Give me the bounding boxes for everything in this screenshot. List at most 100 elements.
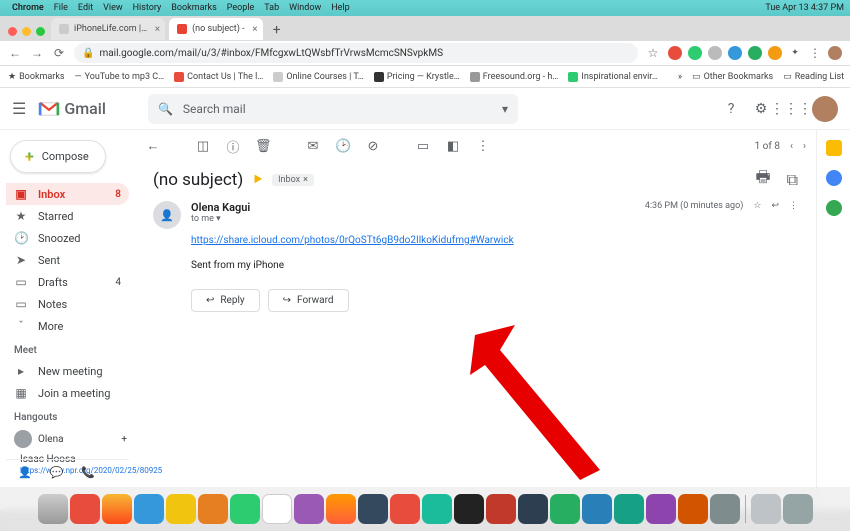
- window-controls[interactable]: [6, 27, 51, 40]
- clock[interactable]: Tue Apr 13 4:37 PM: [765, 3, 844, 13]
- maximize-window-icon[interactable]: [36, 27, 45, 36]
- extension-icon[interactable]: [768, 46, 782, 60]
- important-icon[interactable]: ⯈: [251, 170, 264, 190]
- dock-app[interactable]: [614, 494, 644, 524]
- support-button[interactable]: ?: [722, 100, 740, 118]
- bookmark-item[interactable]: Pricing — Krystle…: [374, 72, 460, 82]
- dock-app[interactable]: [166, 494, 196, 524]
- extension-icon[interactable]: [668, 46, 682, 60]
- mark-unread-button[interactable]: ✉: [305, 139, 321, 154]
- next-message-button[interactable]: ›: [803, 141, 806, 152]
- dock-app[interactable]: [550, 494, 580, 524]
- bookmark-item[interactable]: ★ Bookmarks: [8, 72, 65, 82]
- menu-help[interactable]: Help: [331, 3, 349, 13]
- calendar-icon[interactable]: [826, 140, 842, 156]
- extension-icon[interactable]: [708, 46, 722, 60]
- sidebar-item-sent[interactable]: ➤Sent: [6, 249, 129, 271]
- other-bookmarks[interactable]: ▭ Other Bookmarks: [692, 72, 773, 82]
- star-message-button[interactable]: ☆: [753, 201, 761, 211]
- add-to-tasks-button[interactable]: ⊘: [365, 139, 381, 154]
- dock-app[interactable]: [646, 494, 676, 524]
- settings-button[interactable]: ⚙: [752, 100, 770, 118]
- back-to-inbox-button[interactable]: ←: [145, 138, 161, 154]
- bookmark-item[interactable]: — YouTube to mp3 C…: [75, 72, 165, 82]
- browser-menu-button[interactable]: ⋮: [808, 46, 822, 60]
- sidebar-item-inbox[interactable]: ▣Inbox8: [6, 183, 129, 205]
- dock-app[interactable]: [326, 494, 356, 524]
- delete-button[interactable]: 🗑: [255, 139, 271, 154]
- dock-app[interactable]: [390, 494, 420, 524]
- bookmark-item[interactable]: Contact Us | The l…: [174, 72, 263, 82]
- reply-button[interactable]: ↩ Reply: [191, 289, 260, 312]
- keep-icon[interactable]: [826, 170, 842, 186]
- prev-message-button[interactable]: ‹: [790, 141, 793, 152]
- tab-iphonelife[interactable]: iPhoneLife.com |… ×: [51, 18, 165, 40]
- bookmarks-overflow[interactable]: »: [678, 72, 682, 82]
- account-avatar[interactable]: [812, 96, 838, 122]
- labels-button[interactable]: ◧: [445, 139, 461, 154]
- sidebar-item-drafts[interactable]: ▭Drafts4: [6, 271, 129, 293]
- dock-app[interactable]: [294, 494, 324, 524]
- dock-app-calendar[interactable]: [262, 494, 292, 524]
- menu-app[interactable]: Chrome: [12, 3, 44, 13]
- dock-app[interactable]: [422, 494, 452, 524]
- main-menu-button[interactable]: ☰: [12, 99, 26, 118]
- close-tab-icon[interactable]: ×: [155, 24, 160, 35]
- dock-app[interactable]: [358, 494, 388, 524]
- move-to-button[interactable]: ▭: [415, 139, 431, 154]
- bookmark-item[interactable]: Online Courses | T…: [273, 72, 364, 82]
- reading-list[interactable]: ▭ Reading List: [783, 72, 844, 82]
- dock-app[interactable]: [454, 494, 484, 524]
- dock-app[interactable]: [230, 494, 260, 524]
- menu-view[interactable]: View: [103, 3, 122, 13]
- sidebar-item-starred[interactable]: ★Starred: [6, 205, 129, 227]
- dock-app[interactable]: [134, 494, 164, 524]
- search-input[interactable]: 🔍 Search mail ▾: [148, 94, 518, 124]
- menu-bookmarks[interactable]: Bookmarks: [171, 3, 216, 13]
- dock-trash[interactable]: [783, 494, 813, 524]
- hangouts-icon[interactable]: 💬: [50, 466, 64, 479]
- close-tab-icon[interactable]: ×: [252, 24, 257, 35]
- sidebar-item-snoozed[interactable]: 🕑Snoozed: [6, 227, 129, 249]
- archive-button[interactable]: ◫: [195, 139, 211, 154]
- new-tab-button[interactable]: +: [267, 20, 287, 40]
- menu-history[interactable]: History: [133, 3, 162, 13]
- url-input[interactable]: 🔒 mail.google.com/mail/u/3/#inbox/FMfcgx…: [74, 43, 638, 63]
- label-chip[interactable]: Inbox ×: [272, 174, 314, 186]
- open-new-window-button[interactable]: ⧉: [787, 170, 798, 190]
- extension-icon[interactable]: [728, 46, 742, 60]
- hangout-contact[interactable]: Olena+: [6, 427, 135, 451]
- dock-app-finder[interactable]: [38, 494, 68, 524]
- more-button[interactable]: ⋮: [475, 139, 491, 154]
- bookmark-item[interactable]: Inspirational envir…: [568, 72, 657, 82]
- message-more-button[interactable]: ⋮: [789, 201, 798, 211]
- profile-avatar[interactable]: [828, 46, 842, 60]
- dock-app[interactable]: [582, 494, 612, 524]
- report-spam-button[interactable]: ⓘ: [225, 137, 241, 156]
- sidebar-item-more[interactable]: ˇMore: [6, 315, 129, 337]
- reload-button[interactable]: ⟳: [52, 46, 66, 60]
- menu-edit[interactable]: Edit: [78, 3, 93, 13]
- menu-tab[interactable]: Tab: [264, 3, 279, 13]
- sidebar-item-notes[interactable]: ▭Notes: [6, 293, 129, 315]
- back-button[interactable]: ←: [8, 46, 22, 60]
- sender-avatar[interactable]: 👤: [153, 201, 181, 229]
- forward-button[interactable]: ↪ Forward: [268, 289, 349, 312]
- extensions-menu-icon[interactable]: ✦: [788, 46, 802, 60]
- extension-icon[interactable]: [748, 46, 762, 60]
- plus-icon[interactable]: +: [121, 434, 127, 445]
- dock-app[interactable]: [710, 494, 740, 524]
- minimize-window-icon[interactable]: [22, 27, 31, 36]
- star-button[interactable]: ☆: [646, 46, 660, 60]
- contacts-icon[interactable]: 👤: [18, 466, 32, 479]
- apps-button[interactable]: ⋮⋮⋮: [782, 100, 800, 118]
- menu-file[interactable]: File: [54, 3, 68, 13]
- meet-join[interactable]: ▦Join a meeting: [6, 382, 129, 404]
- recipient-summary[interactable]: to me ▾: [191, 214, 250, 224]
- dock-app[interactable]: [486, 494, 516, 524]
- bookmark-item[interactable]: Freesound.org - h…: [470, 72, 559, 82]
- phone-icon[interactable]: 📞: [81, 466, 95, 479]
- compose-button[interactable]: + Compose: [10, 140, 106, 173]
- forward-button[interactable]: →: [30, 46, 44, 60]
- tasks-icon[interactable]: [826, 200, 842, 216]
